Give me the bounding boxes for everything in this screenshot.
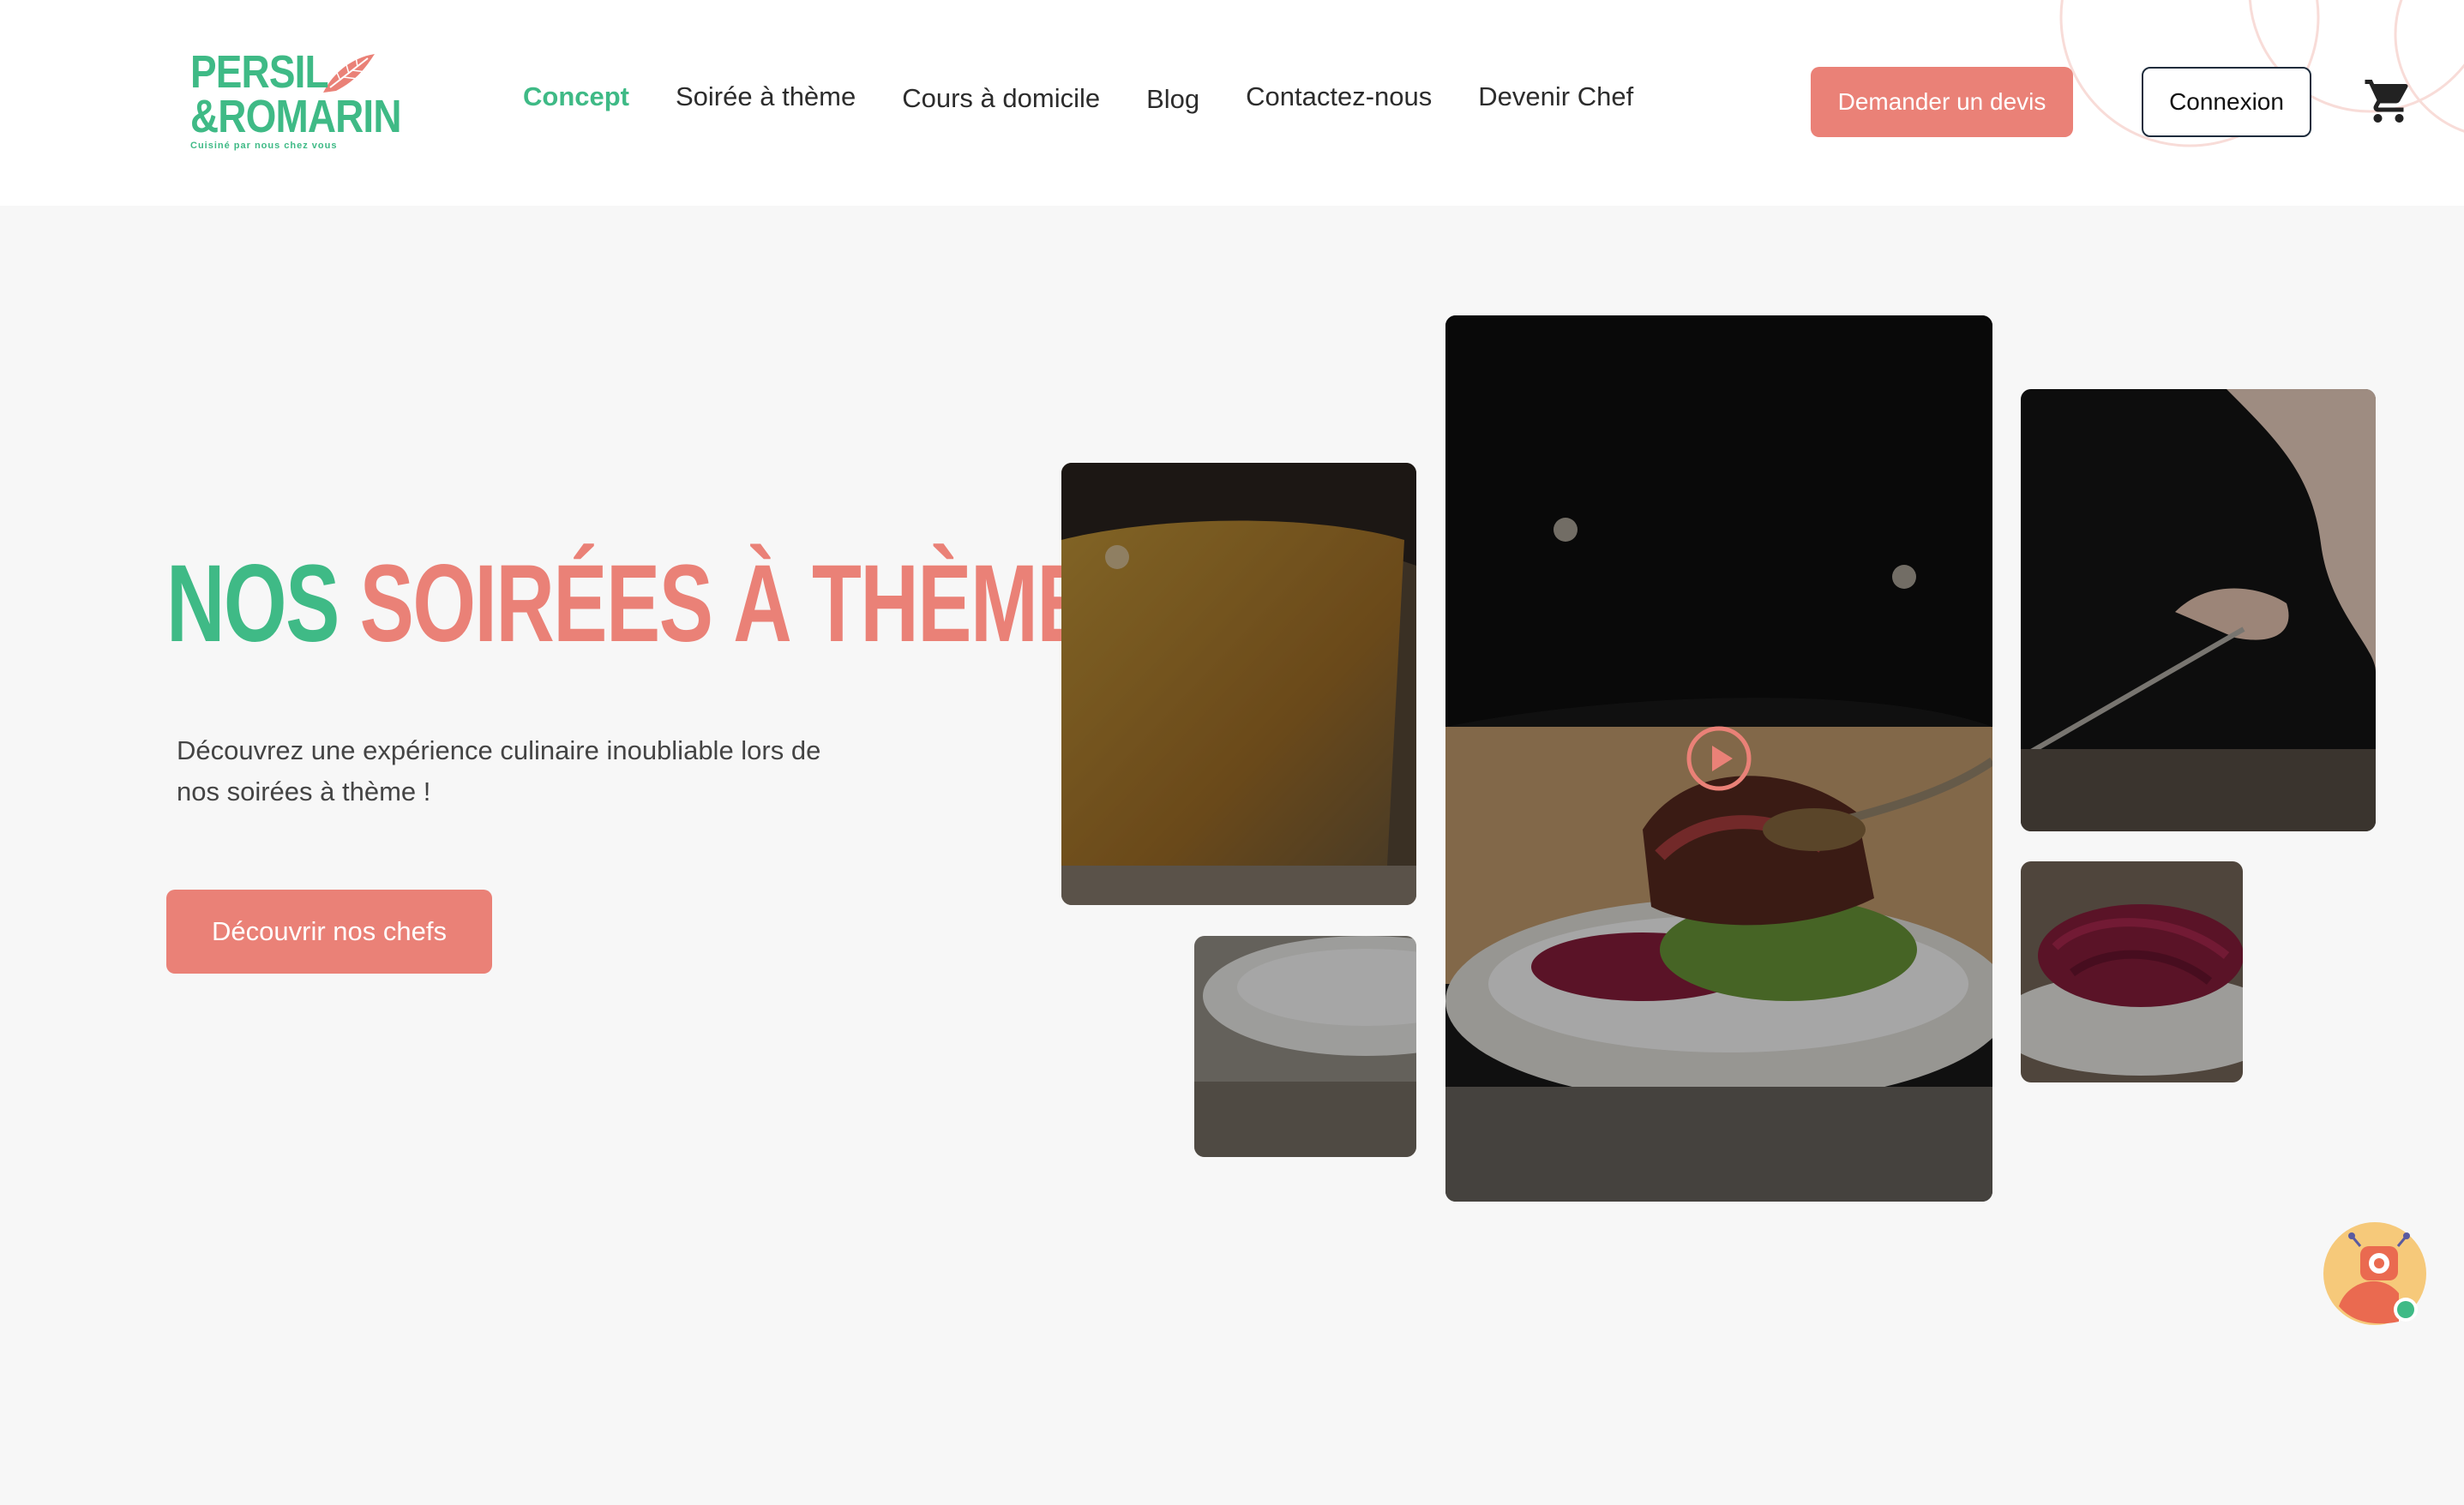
robot-chat-icon[interactable] <box>2322 1220 2428 1327</box>
nav-item-devenir-chef[interactable]: Devenir Chef <box>1478 81 1633 112</box>
brand-logo[interactable]: PERSIL &ROMARIN Cuisiné par nous chez vo… <box>190 46 401 161</box>
nav-item-cours-a-domicile[interactable]: Cours à domicile <box>902 83 1100 114</box>
hero-title-part2: SOIRÉES À THÈME <box>359 543 1091 665</box>
image-overlay <box>1194 936 1416 1157</box>
request-quote-button[interactable]: Demander un devis <box>1811 67 2073 137</box>
login-button[interactable]: Connexion <box>2142 67 2311 137</box>
hero-title: NOS SOIRÉES À THÈME <box>166 549 1091 660</box>
logo-text-line2: &ROMARIN <box>190 91 401 142</box>
image-overlay <box>1061 463 1416 905</box>
gallery-image-chef-hand <box>2021 389 2376 831</box>
nav-item-concept[interactable]: Concept <box>523 81 629 112</box>
nav-item-blog[interactable]: Blog <box>1146 84 1199 115</box>
main-nav: Concept Soirée à thème Cours à domicile … <box>523 79 1680 115</box>
gallery-image-cabbage <box>2021 861 2243 1082</box>
image-overlay <box>2021 861 2243 1082</box>
cart-icon[interactable] <box>2363 75 2414 127</box>
discover-chefs-button[interactable]: Découvrir nos chefs <box>166 890 492 974</box>
nav-item-soiree-a-theme[interactable]: Soirée à thème <box>676 81 856 112</box>
hero-title-part1: NOS <box>166 543 340 665</box>
nav-item-contactez-nous[interactable]: Contactez-nous <box>1246 81 1432 112</box>
image-overlay <box>2021 389 2376 831</box>
logo-text-line1: PERSIL <box>190 46 329 98</box>
site-header: PERSIL &ROMARIN Cuisiné par nous chez vo… <box>0 0 2464 206</box>
play-icon[interactable] <box>1685 724 1753 793</box>
hero-description: Découvrez une expérience culinaire inoub… <box>177 735 821 806</box>
gallery-image-plate <box>1194 936 1416 1157</box>
gallery-image-pot <box>1061 463 1416 905</box>
